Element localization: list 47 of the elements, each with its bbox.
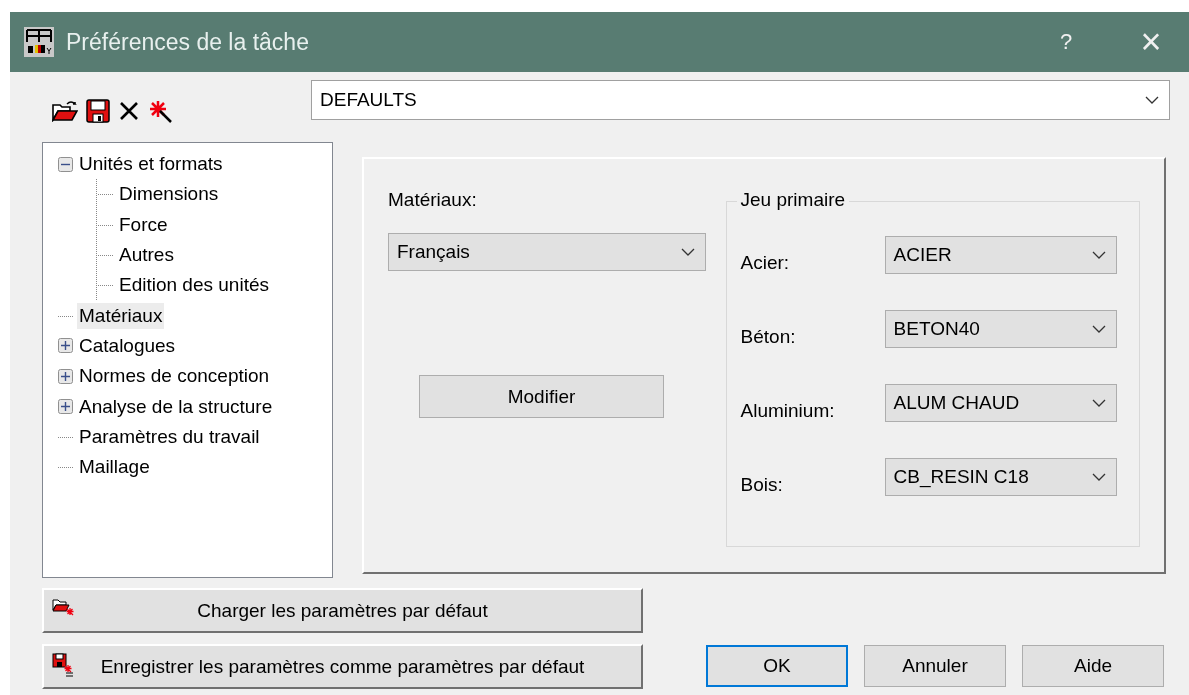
chevron-down-icon[interactable] (1145, 96, 1159, 104)
field-label: Bois: (740, 473, 784, 496)
magic-wand-icon[interactable] (148, 99, 174, 123)
dialog-button[interactable]: Aide (1022, 645, 1164, 687)
tree-item[interactable]: Paramètres du travail (77, 423, 262, 450)
tree-item[interactable]: Force (117, 211, 170, 238)
expand-icon[interactable] (58, 368, 73, 384)
chevron-down-icon[interactable] (1091, 251, 1106, 259)
tree-item[interactable]: Autres (117, 242, 176, 269)
expand-icon[interactable] (58, 399, 73, 414)
delete-icon[interactable] (118, 100, 140, 122)
dialog-button[interactable]: Annuler (864, 645, 1006, 687)
field-label: Aluminium: (740, 399, 836, 422)
tree-item[interactable]: Catalogues (77, 332, 178, 359)
material-dropdown[interactable]: ACIER (884, 236, 1117, 274)
material-dropdown[interactable]: CB_RESIN C18 (884, 458, 1117, 496)
window-title: Préférences de la tâche (66, 28, 309, 56)
dialog-button[interactable]: OK (706, 645, 848, 687)
field-label: Matériaux: (388, 189, 478, 212)
save-icon (52, 653, 74, 677)
field-label: Béton: (740, 325, 797, 348)
tree-item[interactable]: Edition des unités (117, 272, 271, 299)
expand-icon[interactable] (58, 338, 73, 354)
chevron-down-icon[interactable] (1091, 473, 1106, 481)
materials-dropdown[interactable]: Français (388, 233, 706, 271)
tree-item[interactable]: Maillage (77, 454, 152, 481)
material-dropdown[interactable]: ALUM CHAUD (884, 384, 1117, 422)
app-icon (24, 27, 54, 57)
load-defaults-button[interactable]: Charger les paramètres par défaut (42, 588, 643, 633)
preset-dropdown[interactable]: DEFAULTS (311, 80, 1170, 120)
save-icon[interactable] (86, 99, 110, 123)
collapse-icon[interactable] (58, 156, 73, 172)
tree-item[interactable]: Unités et formats (77, 151, 225, 178)
tree-item[interactable]: Dimensions (117, 181, 221, 208)
save-defaults-button[interactable]: Enregistrer les paramètres comme paramètres par défaut (42, 644, 643, 689)
tree-item[interactable]: Normes de conception (77, 363, 272, 390)
open-folder-icon[interactable] (52, 100, 78, 122)
close-button[interactable]: × (1131, 24, 1171, 60)
field-label: Acier: (740, 251, 791, 274)
tree-item[interactable]: Analyse de la structure (77, 393, 275, 420)
chevron-down-icon[interactable] (1091, 325, 1106, 333)
help-button[interactable]: ? (1051, 29, 1081, 55)
chevron-down-icon[interactable] (1091, 399, 1106, 407)
modify-button[interactable]: Modifier (419, 375, 664, 418)
material-dropdown[interactable]: BETON40 (884, 310, 1117, 348)
chevron-down-icon[interactable] (681, 248, 695, 256)
tree-item[interactable]: Matériaux (77, 302, 165, 329)
